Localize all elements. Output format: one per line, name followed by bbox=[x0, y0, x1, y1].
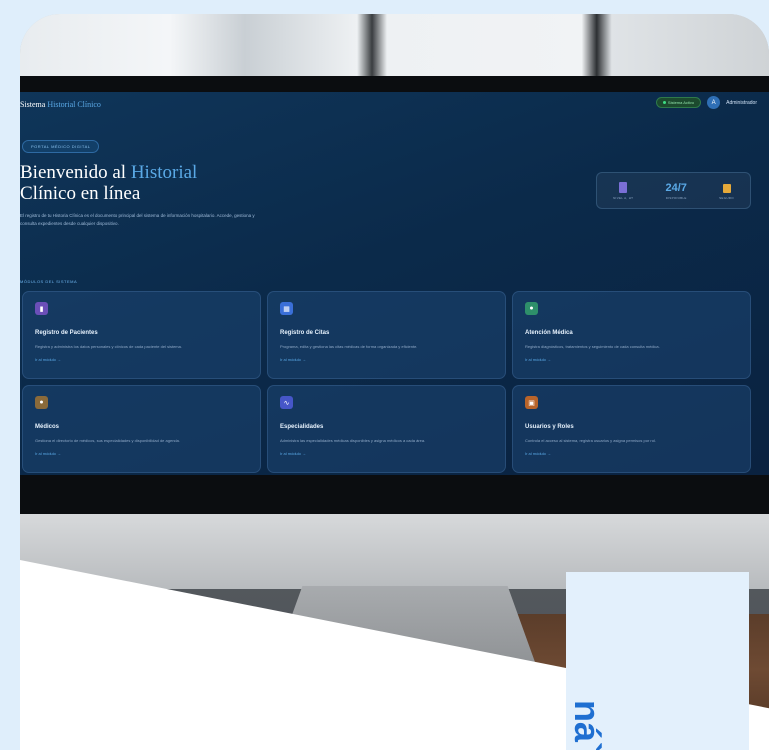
module-card-appointments[interactable]: ▦ Registro de Citas Programa, edita y ge… bbox=[267, 291, 506, 379]
hero-description: El registro de tu Historia Clínica es el… bbox=[20, 213, 255, 226]
calendar-icon: ▦ bbox=[280, 302, 293, 315]
module-desc: Gestiona el directorio de médicos, sus e… bbox=[35, 438, 180, 443]
module-card-medical-care[interactable]: ● Atención Médica Registra diagnósticos,… bbox=[512, 291, 751, 379]
module-link[interactable]: Ir al módulo → bbox=[280, 357, 493, 362]
brand-accent: Historial Clínico bbox=[47, 99, 101, 109]
app-topbar: Sistema Historial Clínico Sistema Activo… bbox=[20, 92, 769, 116]
pill-icon: ● bbox=[525, 302, 538, 315]
hero-title-line2: Clínico en línea bbox=[20, 183, 141, 204]
stat-level: NIVEL A, HT bbox=[613, 181, 633, 200]
module-card-specialties[interactable]: ∿ Especialidades Administra las especial… bbox=[267, 385, 506, 473]
modules-grid: ▮ Registro de Pacientes Registra y admin… bbox=[22, 291, 751, 473]
module-desc: Programa, edita y gestiona las citas méd… bbox=[280, 344, 418, 349]
stat-label: NIVEL A, HT bbox=[613, 196, 634, 200]
module-link[interactable]: Ir al módulo → bbox=[280, 451, 493, 456]
module-title: Usuarios y Roles bbox=[525, 424, 574, 430]
side-badge-text: ná` bbox=[567, 700, 608, 750]
avatar[interactable]: A bbox=[707, 96, 721, 109]
topbar-right: Sistema Activo A Administrador bbox=[655, 96, 757, 109]
stats-panel: NIVEL A, HT 24/7 DISPONIBLE SEGURO bbox=[596, 172, 751, 209]
module-card-doctors[interactable]: ● Médicos Gestiona el directorio de médi… bbox=[22, 385, 261, 473]
hero-title-line1: Bienvenido al bbox=[20, 162, 127, 183]
status-dot-icon bbox=[662, 101, 666, 104]
window-background bbox=[20, 14, 769, 84]
module-title: Registro de Citas bbox=[280, 330, 330, 336]
module-link[interactable]: Ir al módulo → bbox=[525, 451, 738, 456]
stat-security: SEGURO bbox=[719, 181, 734, 200]
modules-section-label: MÓDULOS DEL SISTEMA bbox=[20, 279, 78, 284]
hero-tag: PORTAL MÉDICO DIGITAL bbox=[22, 140, 100, 153]
lock-icon bbox=[722, 184, 731, 193]
brand-prefix: Sistema bbox=[20, 99, 46, 109]
user-name[interactable]: Administrador bbox=[726, 100, 757, 106]
user-icon: ▮ bbox=[35, 302, 48, 315]
module-desc: Registra diagnósticos, tratamientos y se… bbox=[525, 344, 660, 349]
module-title: Médicos bbox=[35, 424, 60, 430]
stethoscope-icon: ∿ bbox=[280, 396, 293, 409]
brand-logo[interactable]: Sistema Historial Clínico bbox=[20, 100, 101, 109]
module-title: Especialidades bbox=[280, 424, 324, 430]
module-desc: Registra y administra los datos personal… bbox=[35, 344, 182, 349]
module-desc: Controla el acceso al sistema, registra … bbox=[525, 438, 656, 443]
module-link[interactable]: Ir al módulo → bbox=[35, 357, 248, 362]
stat-label: DISPONIBLE bbox=[665, 196, 687, 200]
document-icon bbox=[619, 182, 628, 193]
stat-label: SEGURO bbox=[719, 196, 734, 200]
users-icon: ▣ bbox=[525, 396, 538, 409]
doctor-icon: ● bbox=[35, 396, 48, 409]
status-badge: Sistema Activo bbox=[655, 97, 702, 108]
module-link[interactable]: Ir al módulo → bbox=[35, 451, 248, 456]
hero-title-accent: Historial bbox=[130, 162, 198, 183]
hero-title: Bienvenido al Historial Clínico en línea bbox=[20, 162, 250, 204]
module-card-users[interactable]: ▣ Usuarios y Roles Controla el acceso al… bbox=[512, 385, 751, 473]
module-card-patients[interactable]: ▮ Registro de Pacientes Registra y admin… bbox=[22, 291, 261, 379]
app-screen: Sistema Historial Clínico Sistema Activo… bbox=[20, 92, 769, 475]
module-title: Registro de Pacientes bbox=[35, 330, 98, 336]
status-label: Sistema Activo bbox=[667, 100, 695, 105]
stat-availability: 24/7 DISPONIBLE bbox=[665, 181, 687, 201]
module-desc: Administra las especialidades médicas di… bbox=[280, 438, 426, 443]
module-link[interactable]: Ir al módulo → bbox=[525, 357, 738, 362]
stat-value: 24/7 bbox=[665, 181, 687, 194]
module-title: Atención Médica bbox=[525, 330, 573, 336]
